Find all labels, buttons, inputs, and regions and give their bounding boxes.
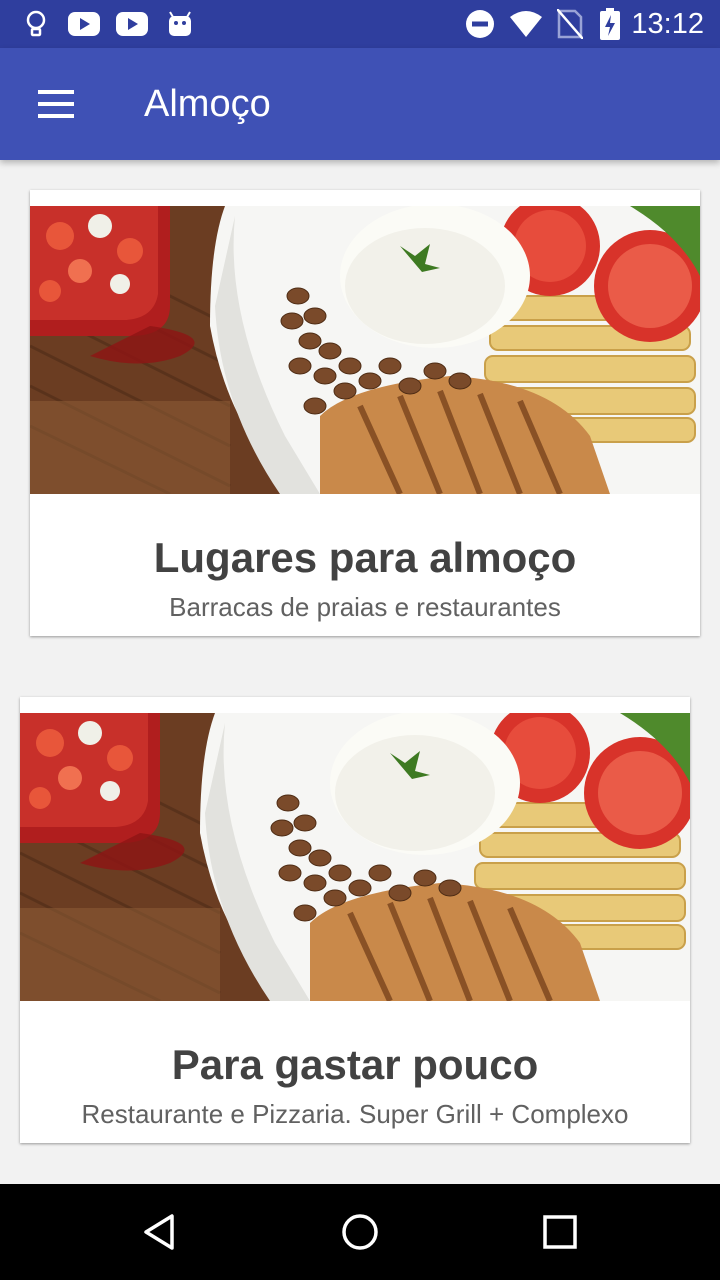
youtube-icon [116,8,148,40]
status-time: 13:12 [631,8,704,40]
page-title: Almoço [144,83,271,125]
card-title: Para gastar pouco [171,1041,539,1088]
back-icon[interactable] [128,1200,192,1264]
app-bar: Almoço [0,48,720,160]
status-bar: 13:12 [0,0,720,48]
no-sim-icon [554,8,586,40]
youtube-icon [68,8,100,40]
card-lugares-para-almoco[interactable]: Lugares para almoço Barracas de praias e… [30,190,700,636]
hamburger-menu-icon[interactable] [24,72,88,136]
card-subtitle: Restaurante e Pizzaria. Super Grill + Co… [81,1099,629,1129]
lunch-plate-photo [20,713,690,1001]
lunch-plate-photo [30,206,700,494]
wifi-icon [510,8,542,40]
recents-icon[interactable] [528,1200,592,1264]
android-icon [164,8,196,40]
lightbulb-icon [20,8,52,40]
home-icon[interactable] [328,1200,392,1264]
card-subtitle: Barracas de praias e restaurantes [169,592,561,622]
do-not-disturb-icon [464,8,496,40]
navigation-bar [0,1184,720,1280]
card-para-gastar-pouco[interactable]: Para gastar pouco Restaurante e Pizzaria… [20,697,690,1143]
card-title: Lugares para almoço [153,534,577,581]
card-list[interactable]: Lugares para almoço Barracas de praias e… [0,160,720,1184]
battery-charging-icon [594,8,626,40]
